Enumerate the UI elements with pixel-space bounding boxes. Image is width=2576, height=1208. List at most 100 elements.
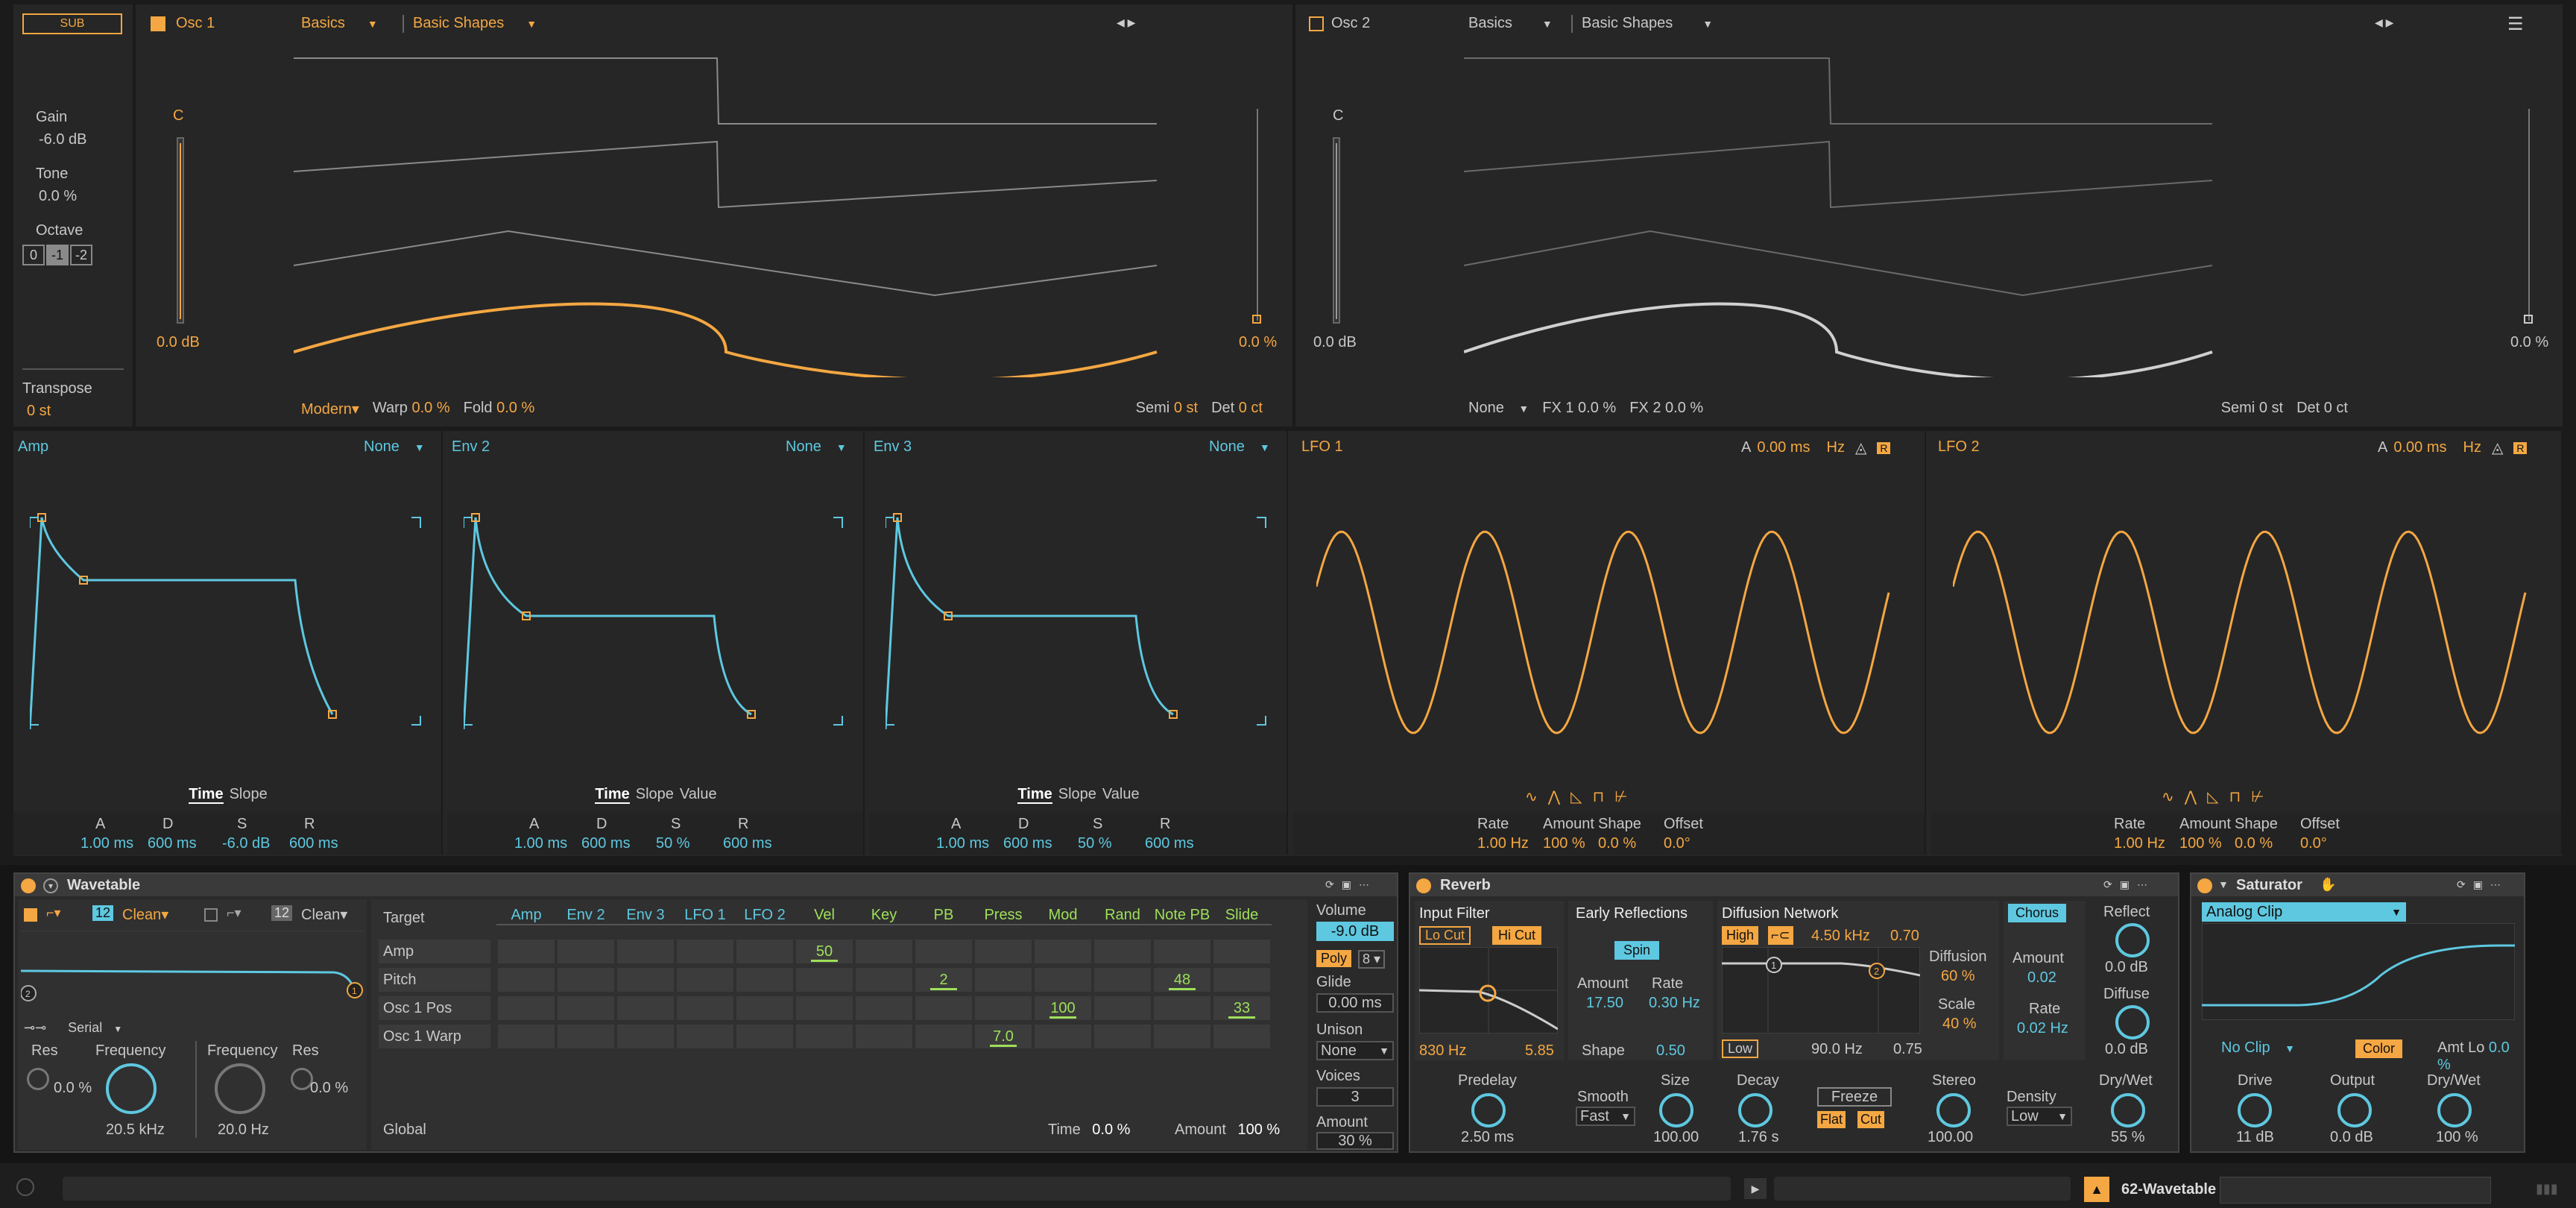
device-fold-icon[interactable]: ▾ — [43, 878, 58, 893]
high-shelf-icon[interactable]: ⌐⊂ — [1768, 926, 1793, 945]
matrix-cell[interactable] — [498, 968, 555, 992]
matrix-cell[interactable] — [1213, 968, 1270, 992]
lfo-param-value[interactable]: 0.0 % — [2235, 835, 2273, 852]
matrix-cell[interactable] — [558, 1025, 614, 1048]
poly-voices-dropdown[interactable]: 8 ▾ — [1358, 950, 1386, 969]
envelope-mode-dropdown[interactable]: None ▼ — [1209, 438, 1270, 456]
volume-value[interactable]: -9.0 dB — [1316, 922, 1394, 941]
metronome-icon[interactable]: ◬ — [2492, 438, 2503, 457]
matrix-cell[interactable] — [617, 1025, 674, 1048]
hamburger-menu-icon[interactable]: ☰ — [2507, 13, 2524, 35]
matrix-cell[interactable] — [796, 1025, 853, 1048]
matrix-cell[interactable] — [498, 940, 555, 963]
osc2-fx2[interactable]: FX 2 0.0 % — [1629, 400, 1703, 417]
matrix-cell[interactable] — [915, 940, 972, 963]
matrix-cell[interactable] — [796, 996, 853, 1020]
chorus-amount-value[interactable]: 0.02 — [2027, 969, 2056, 987]
osc2-pan-handle[interactable] — [2524, 315, 2533, 324]
envelope-tab[interactable]: Time — [189, 786, 224, 804]
octave-minus2[interactable]: -2 — [70, 245, 92, 265]
lfo-retrigger[interactable]: R — [1877, 441, 1891, 454]
sat-drywet-knob[interactable] — [2437, 1093, 2472, 1127]
matrix-cell[interactable] — [975, 940, 1032, 963]
predelay-knob[interactable] — [1471, 1093, 1506, 1127]
filter2-shape-icon[interactable]: ⌐▾ — [227, 905, 242, 921]
input-filter-freq[interactable]: 830 Hz — [1419, 1042, 1466, 1060]
osc2-pan-slider[interactable] — [2528, 109, 2530, 321]
low-val[interactable]: 0.75 — [1893, 1041, 1922, 1058]
poly-toggle[interactable]: Poly — [1316, 950, 1352, 967]
sine-wave-icon[interactable]: ∿ — [1525, 789, 1548, 805]
triangle-wave-icon[interactable]: ⋀ — [1548, 789, 1570, 805]
er-shape-value[interactable]: 0.50 — [1656, 1042, 1685, 1060]
gain-value[interactable]: -6.0 dB — [39, 131, 86, 148]
envelope-tab[interactable]: Slope — [636, 786, 674, 802]
matrix-cell[interactable] — [736, 996, 793, 1020]
device-power-icon[interactable] — [21, 878, 36, 893]
envelope-param-value[interactable]: 50 % — [1078, 835, 1112, 852]
matrix-cell[interactable] — [736, 940, 793, 963]
clip-dropdown[interactable]: No Clip ▼ — [2221, 1039, 2295, 1057]
flat-toggle[interactable]: Flat — [1817, 1111, 1846, 1128]
device-thumbnail[interactable] — [2220, 1177, 2491, 1204]
osc1-pan-slider[interactable] — [1257, 109, 1258, 321]
random-wave-icon[interactable]: ⊬ — [1614, 789, 1638, 805]
matrix-cell[interactable] — [1094, 940, 1151, 963]
osc2-fx1[interactable]: FX 1 0.0 % — [1542, 400, 1616, 417]
device-header-icons[interactable]: ⟳▣⋯ — [2103, 878, 2155, 891]
matrix-cell[interactable]: 100 — [1035, 996, 1091, 1020]
osc2-level-meter[interactable] — [1333, 137, 1340, 324]
matrix-cell[interactable] — [1094, 968, 1151, 992]
device-fold-icon[interactable]: ▼ — [2218, 878, 2229, 890]
osc1-warp[interactable]: Warp 0.0 % — [373, 400, 450, 418]
matrix-cell[interactable] — [1035, 968, 1091, 992]
envelope-tab[interactable]: Value — [1102, 786, 1140, 802]
matrix-cell[interactable] — [617, 968, 674, 992]
filter-response-display[interactable]: 2 1 — [21, 931, 364, 1002]
diffuse-knob[interactable] — [2115, 1005, 2150, 1039]
lfo-unit-toggle[interactable]: Hz — [1827, 439, 1845, 456]
square-wave-icon[interactable]: ⊓ — [2229, 789, 2252, 805]
unison-amount-value[interactable]: 30 % — [1316, 1132, 1394, 1150]
filter1-type[interactable]: Clean▾ — [122, 905, 168, 924]
lfo-param-value[interactable]: 1.00 Hz — [1477, 835, 1529, 852]
matrix-cell[interactable] — [1213, 940, 1270, 963]
lfo-param-value[interactable]: 1.00 Hz — [2114, 835, 2165, 852]
matrix-cell[interactable] — [975, 996, 1032, 1020]
envelope-param-value[interactable]: 1.00 ms — [80, 835, 133, 852]
drywet-knob[interactable] — [2111, 1093, 2145, 1127]
envelope-param-value[interactable]: 600 ms — [723, 835, 772, 852]
lfo-waveform-display[interactable] — [1316, 513, 1898, 752]
high-freq-value[interactable]: 4.50 kHz — [1811, 928, 1870, 945]
er-rate-value[interactable]: 0.30 Hz — [1649, 995, 1700, 1012]
osc1-pan-value[interactable]: 0.0 % — [1239, 334, 1277, 351]
device-power-icon[interactable] — [2197, 878, 2212, 893]
filter1-freq-knob[interactable] — [106, 1063, 157, 1114]
diffusion-display[interactable]: 1 2 — [1722, 947, 1920, 1034]
envelope-param-value[interactable]: 600 ms — [1003, 835, 1052, 852]
matrix-cell[interactable]: 48 — [1154, 968, 1210, 992]
routing-dropdown[interactable]: ⊸⊸ Serial ▼ — [24, 1020, 122, 1036]
osc1-wavetable-display[interactable] — [294, 42, 1158, 377]
filter2-freq-knob[interactable] — [215, 1063, 265, 1114]
osc1-fold[interactable]: Fold 0.0 % — [464, 400, 535, 418]
osc2-det[interactable]: Det 0 ct — [2296, 400, 2348, 417]
matrix-time[interactable]: Time 0.0 % — [1048, 1122, 1130, 1139]
lfo-param-value[interactable]: 100 % — [2179, 835, 2222, 852]
voices-value[interactable]: 3 — [1316, 1087, 1394, 1107]
cut-toggle[interactable]: Cut — [1857, 1111, 1885, 1128]
matrix-cell[interactable] — [1154, 1025, 1210, 1048]
envelope-display[interactable] — [30, 513, 422, 729]
matrix-cell[interactable] — [1094, 996, 1151, 1020]
lfo-shape-selector[interactable]: ∿⋀◺⊓⊬ — [1525, 787, 1638, 806]
sine-wave-icon[interactable]: ∿ — [2162, 789, 2185, 805]
matrix-cell[interactable] — [558, 968, 614, 992]
er-amount-value[interactable]: 17.50 — [1586, 995, 1623, 1012]
matrix-cell[interactable] — [677, 968, 733, 992]
filter2-type[interactable]: Clean▾ — [301, 905, 347, 924]
sub-toggle[interactable]: SUB — [22, 13, 122, 34]
osc2-wavetable-display[interactable] — [1464, 42, 2214, 377]
lfo-unit-toggle[interactable]: Hz — [2463, 439, 2481, 456]
matrix-cell[interactable] — [1094, 1025, 1151, 1048]
matrix-cell[interactable] — [617, 940, 674, 963]
